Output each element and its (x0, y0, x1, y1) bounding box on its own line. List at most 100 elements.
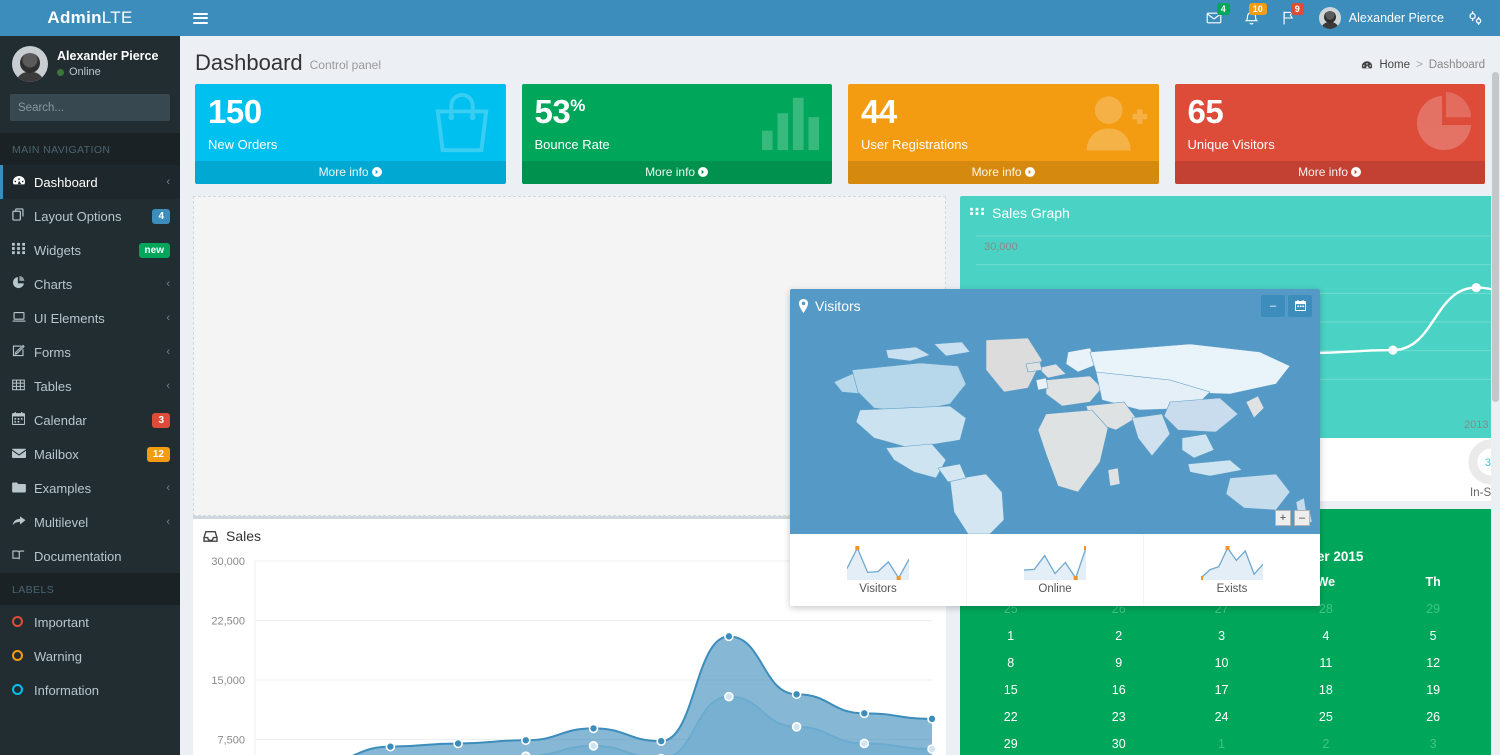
chevron-left-icon: ‹ (166, 516, 170, 528)
scrollbar-thumb[interactable] (1492, 72, 1499, 402)
calendar-day[interactable]: 4 (1267, 622, 1385, 649)
calendar-day[interactable]: 10 (1176, 649, 1267, 676)
chevron-left-icon: ‹ (166, 482, 170, 494)
calendar-day[interactable]: 29 (1385, 595, 1482, 622)
calendar-day[interactable]: 29 (960, 730, 1061, 755)
sidebar-user-panel[interactable]: Alexander Pierce Online (0, 36, 180, 94)
world-map[interactable]: + – (790, 322, 1320, 534)
sidebar-labels-header: LABELS (0, 573, 180, 605)
map-zoom-in-button[interactable]: + (1275, 510, 1291, 526)
sidebar-item-forms[interactable]: Forms ‹ (0, 335, 180, 369)
chevron-left-icon: ‹ (166, 312, 170, 324)
stat-box-new-orders[interactable]: 150 New Orders More info (195, 84, 506, 184)
breadcrumb-home[interactable]: Home (1379, 59, 1410, 71)
search-input[interactable] (10, 101, 180, 114)
calendar-day[interactable]: 15 (960, 676, 1061, 703)
sidebar-labels: Important Warning Information (0, 605, 180, 707)
calendar-day[interactable]: 26 (1385, 703, 1482, 730)
visitors-calendar-button[interactable] (1288, 294, 1312, 317)
calendar-week-row: 15161718192021 (960, 676, 1500, 703)
sidebar-user-status-label: Online (69, 66, 101, 79)
calendar-day[interactable]: 11 (1267, 649, 1385, 676)
calendar-day[interactable]: 1 (960, 622, 1061, 649)
sidebar-item-multilevel[interactable]: Multilevel ‹ (0, 505, 180, 539)
stat-box-more-info-link[interactable]: More info (195, 160, 506, 184)
calendar-day[interactable]: 3 (1385, 730, 1482, 755)
tasks-button[interactable]: 9 (1270, 0, 1307, 36)
visitors-collapse-button[interactable]: – (1261, 294, 1285, 317)
calendar-day[interactable]: 25 (1267, 703, 1385, 730)
dashboard-icon (12, 175, 34, 190)
notifications-badge: 10 (1248, 3, 1267, 16)
calendar-day[interactable]: 22 (960, 703, 1061, 730)
grid-icon (970, 207, 984, 215)
sidebar-nav: Dashboard ‹ Layout Options 4 Widgets new Chart… (0, 165, 180, 573)
sales-graph-header: Sales Graph – × (960, 196, 1500, 230)
sidebar-item-label: Mailbox (34, 446, 79, 462)
sparkline-chart (847, 545, 909, 580)
sidebar: AdminLTE Alexander Pierce Online MAIN NA… (0, 0, 192, 755)
notifications-button[interactable]: 10 (1233, 0, 1270, 36)
calendar-day[interactable]: 12 (1385, 649, 1482, 676)
sidebar-label-important[interactable]: Important (0, 605, 180, 639)
calendar-day[interactable]: 1 (1176, 730, 1267, 755)
stat-box-user-registrations[interactable]: 44 User Registrations More info (848, 84, 1159, 184)
calendar-day[interactable]: 3 (1176, 622, 1267, 649)
sidebar-item-label: Layout Options (34, 208, 122, 224)
calendar-day[interactable]: 24 (1176, 703, 1267, 730)
sidebar-item-charts[interactable]: Charts ‹ (0, 267, 180, 301)
sidebar-item-mailbox[interactable]: Mailbox 12 (0, 437, 180, 471)
calendar-day[interactable]: 23 (1061, 703, 1176, 730)
map-zoom-out-button[interactable]: – (1294, 510, 1310, 526)
sparkline-row: Visitors Online Exists (790, 534, 1320, 606)
share-icon (12, 515, 34, 530)
brand-logo[interactable]: Admin LTE (0, 0, 180, 36)
sidebar-toggle-button[interactable] (180, 0, 220, 36)
sidebar-item-ui-elements[interactable]: UI Elements ‹ (0, 301, 180, 335)
calendar-day[interactable]: 2 (1267, 730, 1385, 755)
stat-box-more-info-link[interactable]: More info (848, 160, 1159, 184)
calendar-week-row: 22232425262728 (960, 703, 1500, 730)
sidebar-item-label: Charts (34, 276, 73, 292)
content-scrollbar[interactable] (1491, 72, 1500, 755)
stat-box-more-info-link[interactable]: More info (1174, 160, 1485, 184)
dashboard-icon (1362, 60, 1373, 68)
stat-box-label: Unique Visitors (1187, 136, 1275, 152)
sparkline-chart (1201, 545, 1263, 580)
sidebar-item-examples[interactable]: Examples ‹ (0, 471, 180, 505)
sidebar-item-widgets[interactable]: Widgets new (0, 233, 180, 267)
stat-box-label: Bounce Rate (534, 136, 610, 152)
sidebar-item-documentation[interactable]: Documentation (0, 539, 180, 573)
sidebar-item-calendar[interactable]: Calendar 3 (0, 403, 180, 437)
visitors-title-wrap: Visitors (798, 298, 861, 314)
breadcrumb: Home > Dashboard (1361, 59, 1485, 71)
calendar-day[interactable]: 19 (1385, 676, 1482, 703)
sidebar-label-text: Information (34, 682, 100, 698)
visitors-tools: – (1261, 294, 1312, 317)
user-menu-button[interactable]: Alexander Pierce (1307, 7, 1456, 29)
svg-text:15,000: 15,000 (211, 675, 245, 687)
calendar-day[interactable]: 9 (1061, 649, 1176, 676)
calendar-day[interactable]: 18 (1267, 676, 1385, 703)
calendar-day[interactable]: 2 (1061, 622, 1176, 649)
svg-text:22,500: 22,500 (211, 616, 245, 628)
messages-button[interactable]: 4 (1195, 0, 1233, 36)
sidebar-search[interactable] (10, 94, 192, 121)
stat-box-more-info-link[interactable]: More info (521, 160, 832, 184)
files-icon (12, 208, 34, 224)
calendar-day[interactable]: 5 (1385, 622, 1482, 649)
stat-box-unique-visitors[interactable]: 65 Unique Visitors More info (1174, 84, 1485, 184)
sidebar-item-label: UI Elements (34, 310, 105, 326)
calendar-day[interactable]: 17 (1176, 676, 1267, 703)
sidebar-label-information[interactable]: Information (0, 673, 180, 707)
calendar-day[interactable]: 8 (960, 649, 1061, 676)
sidebar-item-tables[interactable]: Tables ‹ (0, 369, 180, 403)
sidebar-item-dashboard[interactable]: Dashboard ‹ (0, 165, 180, 199)
stat-box-bounce-rate[interactable]: 53% Bounce Rate More info (521, 84, 832, 184)
sidebar-label-warning[interactable]: Warning (0, 639, 180, 673)
calendar-day[interactable]: 30 (1061, 730, 1176, 755)
svg-text:2013: 2013 (1464, 419, 1488, 431)
calendar-day[interactable]: 16 (1061, 676, 1176, 703)
sidebar-item-layout-options[interactable]: Layout Options 4 (0, 199, 180, 233)
settings-button[interactable] (1456, 0, 1494, 36)
